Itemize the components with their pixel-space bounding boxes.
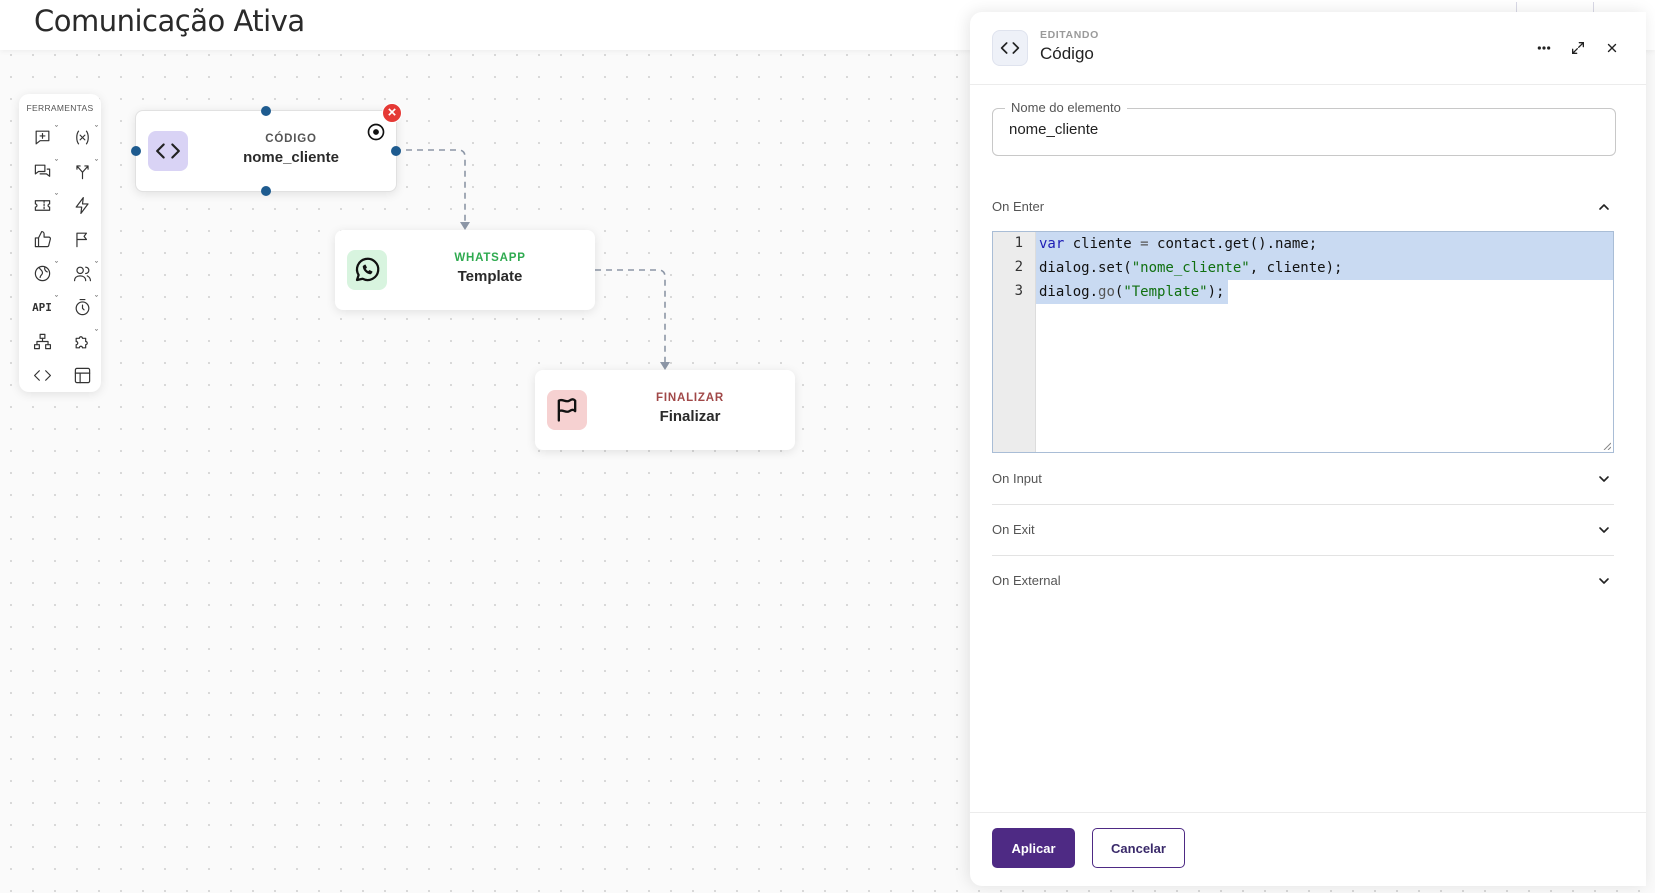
code-line-2: dialog.set("nome_cliente", cliente); <box>1039 260 1343 276</box>
close-button[interactable] <box>1600 36 1624 60</box>
node-whatsapp-icon-box <box>347 250 387 290</box>
more-options-button[interactable] <box>1532 36 1556 60</box>
edge-whatsapp-to-finalizar <box>595 269 666 362</box>
code-editor[interactable]: 1 2 3 var cliente = contact.get().name; … <box>992 231 1614 453</box>
tools-palette: FERRAMENTAS ˇ ˇ ˇ ˇ ˇ ˇ ˇ API ˇ ˇ ˇ <box>19 94 101 392</box>
section-on-exit[interactable]: On Exit <box>992 505 1614 556</box>
timer-icon <box>75 298 89 315</box>
element-name-field: Nome do elemento <box>992 100 1616 156</box>
panel-footer: Aplicar Cancelar <box>970 812 1646 887</box>
add-message-icon <box>35 130 49 144</box>
tool-ticket[interactable]: ˇ <box>29 192 58 218</box>
close-icon <box>1607 43 1617 53</box>
node-name-label: nome_cliente <box>243 149 339 166</box>
section-label: On Input <box>992 471 1042 486</box>
apply-button[interactable]: Aplicar <box>992 828 1075 868</box>
ticket-icon <box>34 199 50 211</box>
split-arrows-icon <box>75 164 89 179</box>
node-code-icon-box <box>148 131 188 171</box>
more-dots-icon <box>1537 46 1551 50</box>
tool-thumbs-up[interactable] <box>29 226 55 252</box>
flag-icon <box>557 398 577 422</box>
puzzle-icon <box>75 335 88 348</box>
tool-api[interactable]: API ˇ <box>29 294 58 320</box>
section-on-external[interactable]: On External <box>992 556 1614 606</box>
line-number-gutter: 1 2 3 <box>993 232 1036 452</box>
panel-code-icon-box <box>992 30 1028 66</box>
node-type-label: CÓDIGO <box>265 133 317 145</box>
table-icon <box>74 367 90 383</box>
tool-flag[interactable] <box>69 226 95 252</box>
line-number: 1 <box>1014 235 1023 251</box>
code-icon <box>33 369 51 381</box>
delete-node-button[interactable]: × <box>382 103 402 123</box>
line-number: 2 <box>1014 259 1023 275</box>
tool-table[interactable] <box>69 362 95 388</box>
tool-hierarchy[interactable] <box>29 328 55 354</box>
node-type-label: FINALIZAR <box>656 392 724 404</box>
node-code[interactable]: CÓDIGO nome_cliente × <box>131 103 402 196</box>
node-whatsapp[interactable]: WHATSAPP Template <box>335 230 595 310</box>
editor-panel: EDITANDO Código Nome do elemento On Ente… <box>970 12 1646 886</box>
node-finalizar-icon-box <box>547 390 587 430</box>
element-name-label: Nome do elemento <box>1005 100 1127 115</box>
section-label: On Enter <box>992 199 1045 214</box>
flag-icon <box>75 232 87 247</box>
chevron-down-icon <box>1599 476 1609 482</box>
section-on-enter[interactable]: On Enter <box>992 182 1614 232</box>
port-top[interactable] <box>261 106 271 116</box>
code-line-3: dialog.go("Template"); <box>1039 284 1225 300</box>
section-on-input[interactable]: On Input <box>992 454 1614 505</box>
edge-code-to-whatsapp <box>395 149 466 222</box>
globe-icon <box>34 265 50 281</box>
tool-timer[interactable]: ˇ <box>69 294 98 320</box>
whatsapp-icon <box>355 257 380 282</box>
editing-label: EDITANDO <box>1040 29 1099 41</box>
code-line-1: var cliente = contact.get().name; <box>1039 236 1318 252</box>
panel-header: EDITANDO Código <box>970 12 1646 85</box>
chevron-down-icon <box>1599 527 1609 533</box>
tool-globe[interactable]: ˇ <box>29 260 58 286</box>
node-name-label: Finalizar <box>659 408 721 425</box>
tool-split[interactable]: ˇ <box>69 158 98 184</box>
element-name-input[interactable] <box>1009 121 1589 138</box>
chat-bubbles-icon <box>34 164 50 177</box>
port-right[interactable] <box>391 146 401 156</box>
node-name-label: Template <box>457 268 523 285</box>
variable-icon <box>75 130 89 144</box>
expand-icon <box>1572 42 1584 54</box>
node-finalizar[interactable]: FINALIZAR Finalizar <box>535 370 795 450</box>
lightning-icon <box>75 196 89 214</box>
edge-arrow-1 <box>460 222 470 230</box>
api-icon: API <box>32 300 52 314</box>
users-icon <box>73 266 91 281</box>
section-label: On Exit <box>992 522 1035 537</box>
section-label: On External <box>992 573 1061 588</box>
tool-code[interactable] <box>29 362 55 388</box>
panel-title: Código <box>1040 44 1094 63</box>
tools-title: FERRAMENTAS <box>26 103 94 113</box>
tool-users[interactable]: ˇ <box>69 260 98 286</box>
code-icon <box>156 143 180 159</box>
resize-grip-icon[interactable] <box>1603 442 1611 450</box>
tool-variable[interactable]: ˇ <box>69 124 98 150</box>
node-type-label: WHATSAPP <box>454 252 526 264</box>
hierarchy-icon <box>33 333 51 349</box>
target-icon[interactable] <box>366 122 386 142</box>
tool-chat[interactable]: ˇ <box>29 158 58 184</box>
chevron-up-icon <box>1599 204 1609 210</box>
port-bottom[interactable] <box>261 186 271 196</box>
expand-button[interactable] <box>1566 36 1590 60</box>
thumbs-up-icon <box>34 230 51 247</box>
page-title: Comunicação Ativa <box>34 4 305 38</box>
cancel-button[interactable]: Cancelar <box>1092 828 1185 868</box>
tool-add-message[interactable]: ˇ <box>29 124 58 150</box>
chevron-down-icon <box>1599 578 1609 584</box>
tool-lightning[interactable] <box>69 192 95 218</box>
edge-arrow-2 <box>660 362 670 370</box>
port-left[interactable] <box>131 146 141 156</box>
tool-puzzle[interactable]: ˇ <box>69 328 98 354</box>
line-number: 3 <box>1014 283 1023 299</box>
code-icon <box>1000 42 1020 54</box>
